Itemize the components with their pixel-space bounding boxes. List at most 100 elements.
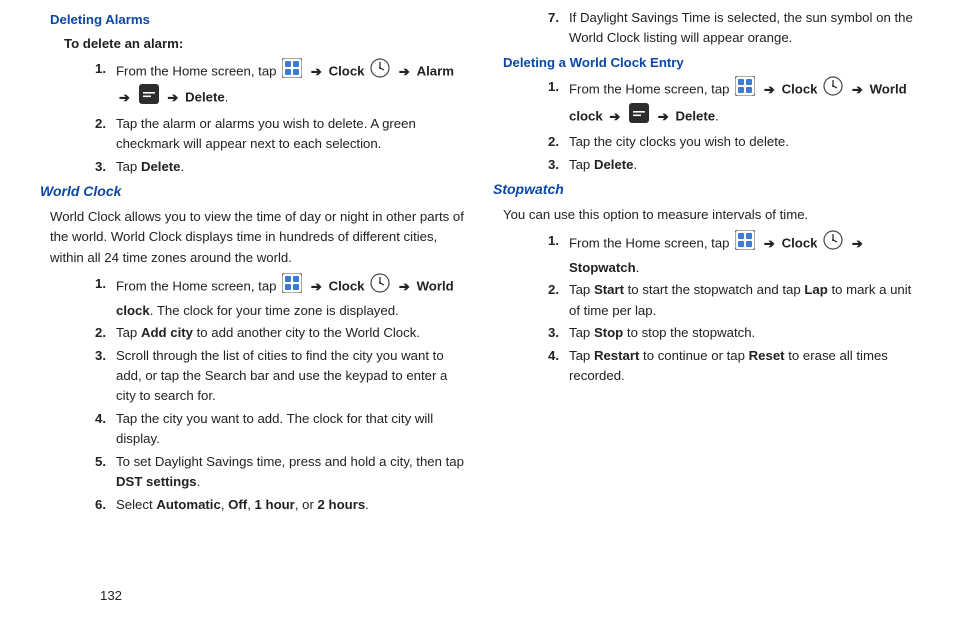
clock-icon: [823, 76, 843, 102]
arrow-icon: ➔: [396, 279, 413, 294]
step: 3. Tap Stop to stop the stopwatch.: [531, 323, 920, 343]
heading-world-clock: World Clock: [40, 181, 467, 203]
step: 4. Tap Restart to continue or tap Reset …: [531, 346, 920, 387]
text: to start the stopwatch and tap: [624, 282, 804, 297]
arrow-icon: ➔: [396, 64, 413, 79]
text: to stop the stopwatch.: [623, 325, 755, 340]
text: Scroll through the list of cities to fin…: [116, 346, 467, 407]
step: 6. Select Automatic, Off, 1 hour, or 2 h…: [78, 495, 467, 515]
clock-icon: [370, 58, 390, 84]
text: If Daylight Savings Time is selected, th…: [569, 8, 920, 49]
step: 1. From the Home screen, tap ➔ Clock ➔ S…: [531, 231, 920, 278]
text: To set Daylight Savings time, press and …: [116, 454, 464, 469]
text: .: [365, 497, 369, 512]
step: 3. Tap Delete.: [78, 157, 467, 177]
text: Select: [116, 497, 156, 512]
step: 2. Tap the alarm or alarms you wish to d…: [78, 114, 467, 155]
heading-stopwatch: Stopwatch: [493, 179, 920, 201]
step: 1. From the Home screen, tap ➔ Clock ➔ A…: [78, 59, 467, 112]
paragraph: World Clock allows you to view the time …: [50, 207, 467, 268]
text: Stopwatch: [569, 260, 636, 275]
step: 2. Tap Add city to add another city to t…: [78, 323, 467, 343]
arrow-icon: ➔: [761, 236, 778, 251]
apps-icon: [282, 273, 302, 299]
text: Clock: [782, 82, 822, 97]
left-column: Deleting Alarms To delete an alarm: 1. F…: [50, 6, 467, 517]
arrow-icon: ➔: [308, 279, 325, 294]
text: From the Home screen, tap: [116, 64, 280, 79]
step: 3. Scroll through the list of cities to …: [78, 346, 467, 407]
text: Delete: [141, 159, 181, 174]
text: .: [197, 474, 201, 489]
apps-icon: [735, 76, 755, 102]
text: Tap the alarm or alarms you wish to dele…: [116, 114, 467, 155]
text: .: [636, 260, 640, 275]
text: to continue or tap: [639, 348, 748, 363]
page-number: 132: [100, 588, 122, 603]
arrow-icon: ➔: [761, 82, 778, 97]
text: .: [715, 109, 719, 124]
text: Tap: [569, 348, 594, 363]
text: .: [225, 90, 229, 105]
text: . The clock for your time zone is displa…: [150, 303, 399, 318]
step: 4. Tap the city you want to add. The clo…: [78, 409, 467, 450]
text: .: [634, 157, 638, 172]
text: Tap the city you want to add. The clock …: [116, 409, 467, 450]
text: Clock: [782, 236, 822, 251]
clock-icon: [823, 230, 843, 256]
arrow-icon: ➔: [308, 64, 325, 79]
arrow-icon: ➔: [655, 109, 672, 124]
heading-deleting-alarms: Deleting Alarms: [50, 10, 467, 30]
text: Restart: [594, 348, 639, 363]
text: Clock: [329, 64, 369, 79]
arrow-icon: ➔: [849, 236, 866, 251]
menu-icon: [139, 84, 159, 110]
arrow-icon: ➔: [164, 90, 181, 105]
text: DST settings: [116, 474, 197, 489]
subheading-to-delete-alarm: To delete an alarm:: [64, 34, 467, 54]
heading-deleting-world-clock: Deleting a World Clock Entry: [503, 53, 920, 73]
text: 1 hour: [255, 497, 295, 512]
text: to add another city to the World Clock.: [193, 325, 420, 340]
text: Delete: [594, 157, 634, 172]
arrow-icon: ➔: [116, 90, 133, 105]
paragraph: You can use this option to measure inter…: [503, 205, 920, 225]
text: Reset: [749, 348, 785, 363]
text: Clock: [329, 279, 369, 294]
step: 2. Tap Start to start the stopwatch and …: [531, 280, 920, 321]
text: Start: [594, 282, 624, 297]
text: Tap: [116, 159, 141, 174]
menu-icon: [629, 103, 649, 129]
right-column: 7. If Daylight Savings Time is selected,…: [503, 6, 920, 517]
text: .: [181, 159, 185, 174]
clock-icon: [370, 273, 390, 299]
text: Delete: [185, 90, 225, 105]
text: Delete: [676, 109, 716, 124]
text: Tap: [116, 325, 141, 340]
step: 5. To set Daylight Savings time, press a…: [78, 452, 467, 493]
step: 7. If Daylight Savings Time is selected,…: [531, 8, 920, 49]
step: 3. Tap Delete.: [531, 155, 920, 175]
text: Tap: [569, 282, 594, 297]
text: Alarm: [417, 64, 454, 79]
arrow-icon: ➔: [849, 82, 866, 97]
step: 1. From the Home screen, tap ➔ Clock ➔ W…: [78, 274, 467, 321]
text: From the Home screen, tap: [569, 82, 733, 97]
text: Automatic: [156, 497, 220, 512]
text: Tap: [569, 325, 594, 340]
text: From the Home screen, tap: [569, 236, 733, 251]
text: Tap the city clocks you wish to delete.: [569, 132, 920, 152]
text: Off: [228, 497, 247, 512]
apps-icon: [735, 230, 755, 256]
step: 1. From the Home screen, tap ➔ Clock ➔ W…: [531, 77, 920, 130]
text: Tap: [569, 157, 594, 172]
step: 2. Tap the city clocks you wish to delet…: [531, 132, 920, 152]
text: Lap: [804, 282, 827, 297]
arrow-icon: ➔: [606, 109, 623, 124]
text: Add city: [141, 325, 193, 340]
text: Stop: [594, 325, 623, 340]
text: 2 hours: [318, 497, 366, 512]
text: ,: [247, 497, 254, 512]
text: From the Home screen, tap: [116, 279, 280, 294]
apps-icon: [282, 58, 302, 84]
